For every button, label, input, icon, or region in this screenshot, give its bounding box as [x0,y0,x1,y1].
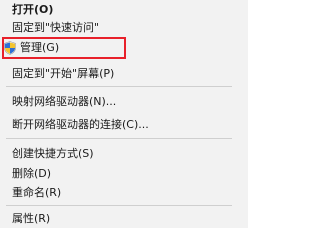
menu-item-map-drive[interactable]: 映射网络驱动器(N)... [0,91,248,113]
menu-item-properties[interactable]: 属性(R) [0,208,248,230]
menu-item-pin-quick-access[interactable]: 固定到"快速访问" [0,17,248,39]
menu-separator [6,205,232,206]
menu-item-disconnect-drive[interactable]: 断开网络驱动器的连接(C)... [0,114,248,136]
menu-separator [6,138,232,139]
menu-item-pin-start-label: 固定到"开始"屏幕(P) [12,67,115,80]
menu-item-rename[interactable]: 重命名(R) [0,182,248,204]
menu-item-create-shortcut-label: 创建快捷方式(S) [12,147,94,160]
menu-item-pin-start[interactable]: 固定到"开始"屏幕(P) [0,63,248,85]
menu-item-create-shortcut[interactable]: 创建快捷方式(S) [0,143,248,165]
manage-highlight-box [2,37,126,59]
menu-separator [6,86,232,87]
menu-item-map-drive-label: 映射网络驱动器(N)... [12,95,117,108]
menu-item-disconnect-drive-label: 断开网络驱动器的连接(C)... [12,118,149,131]
menu-item-pin-quick-access-label: 固定到"快速访问" [12,21,100,34]
context-menu: 打开(O) 固定到"快速访问" 管理(G) 固定到"开始"屏幕(P) 映射网络驱… [0,0,248,228]
menu-item-rename-label: 重命名(R) [12,186,62,199]
menu-item-properties-label: 属性(R) [12,212,51,225]
